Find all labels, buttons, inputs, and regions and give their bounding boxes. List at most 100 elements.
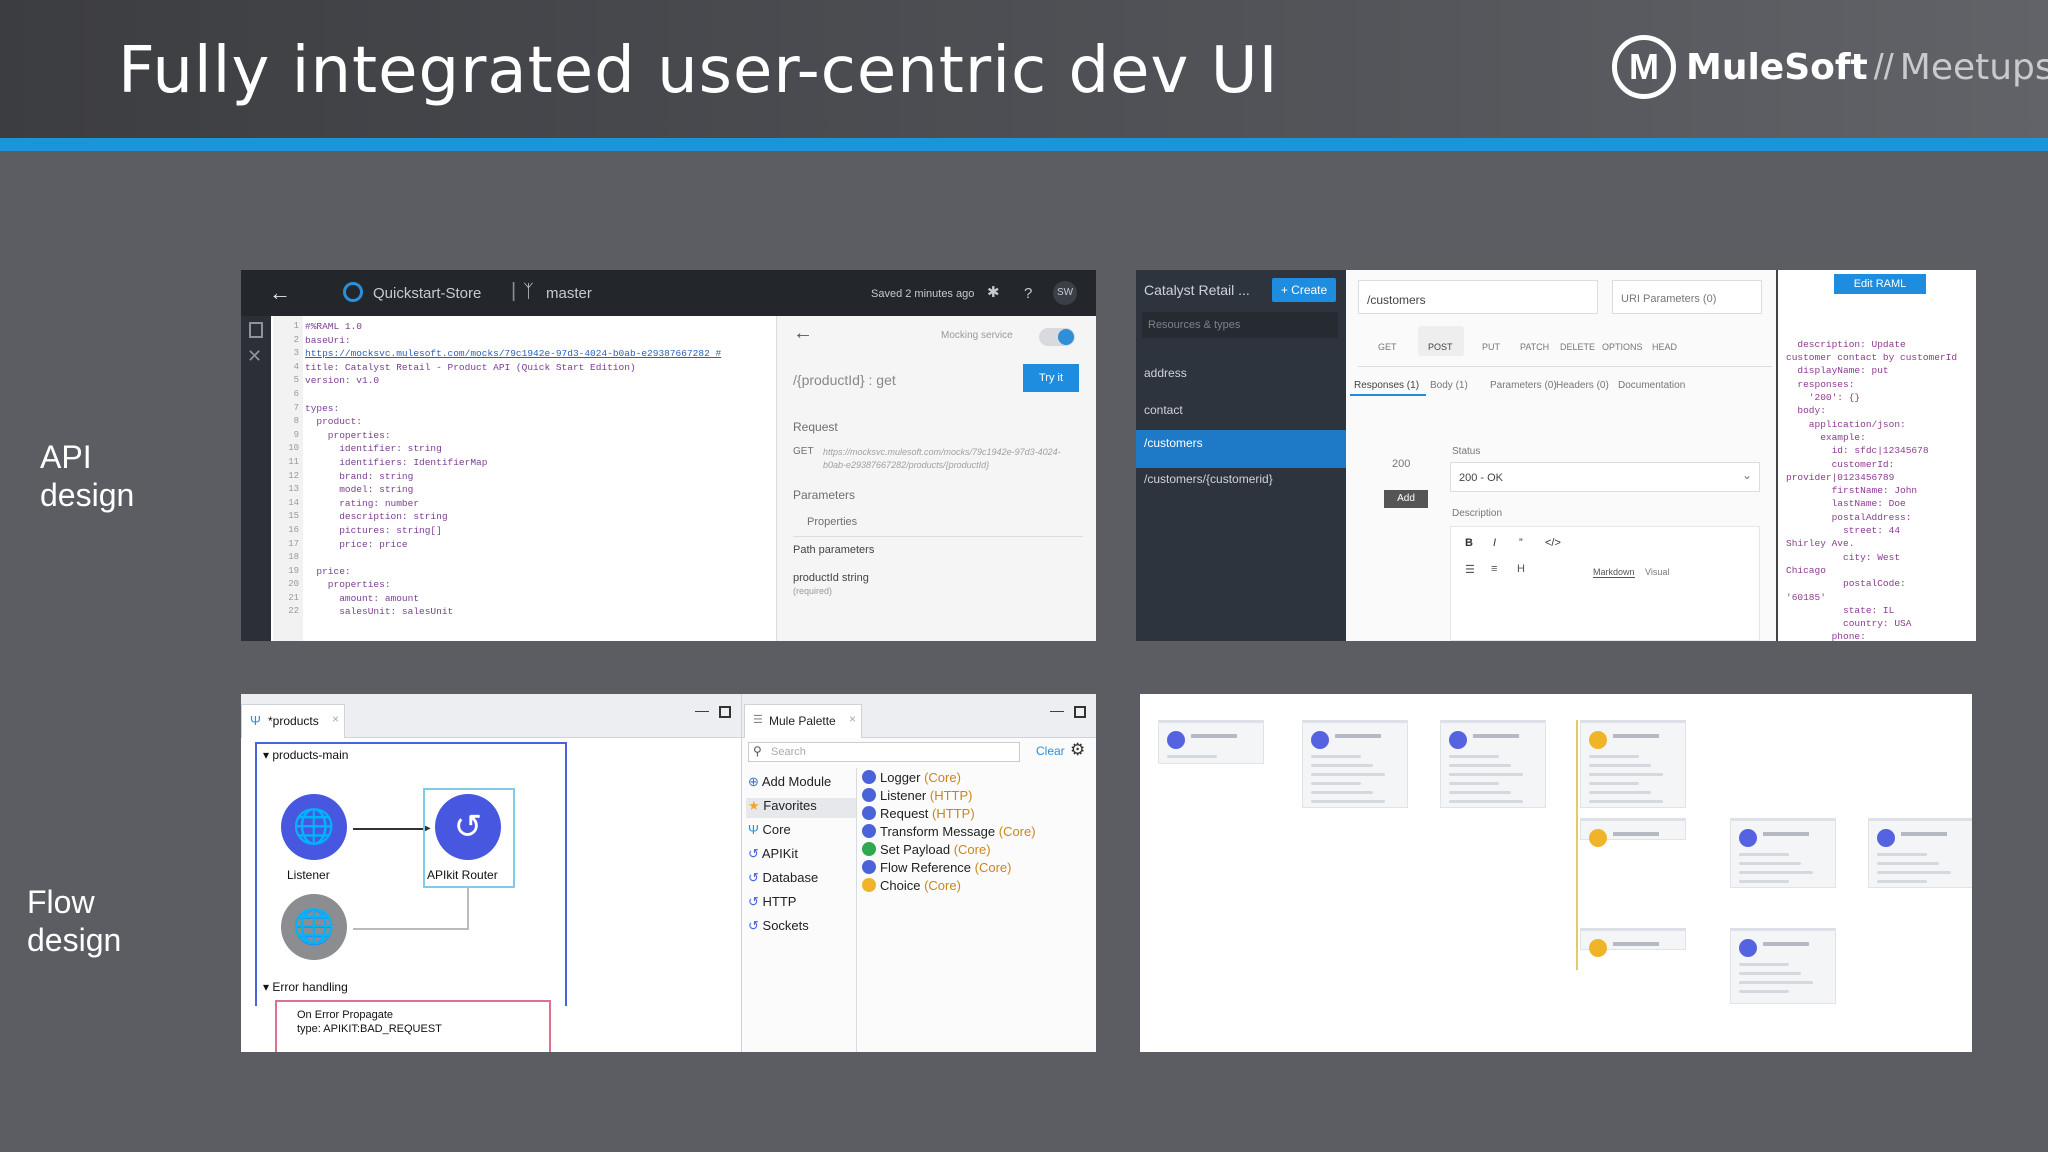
collapse-icon[interactable]: ▾ (263, 980, 269, 994)
unordered-list-button[interactable]: ≡ (1491, 563, 1497, 575)
flow-card[interactable] (1580, 720, 1686, 808)
palette-component[interactable]: Listener (HTTP) (862, 788, 972, 803)
palette-component[interactable]: Logger (Core) (862, 770, 961, 785)
flow-card[interactable] (1580, 818, 1686, 847)
palette-component[interactable]: Choice (Core) (862, 878, 961, 893)
panel-back-icon[interactable]: ← (793, 322, 813, 345)
component-icon (862, 860, 876, 874)
resource-item[interactable]: /customers (1144, 436, 1203, 450)
apikit-router-icon[interactable]: ↺ (435, 794, 501, 860)
tab-headers[interactable]: Headers (0) (1556, 380, 1609, 391)
label-line: Flow (27, 884, 95, 920)
uri-params-button[interactable]: URI Parameters (0) (1612, 280, 1762, 314)
card-line-placeholder (1739, 963, 1789, 966)
branch-name[interactable]: master (546, 285, 592, 302)
bold-button[interactable]: B (1465, 537, 1473, 549)
project-name[interactable]: Quickstart-Store (373, 285, 481, 302)
module-sockets[interactable]: ↺ Sockets (748, 918, 809, 934)
heading-button[interactable]: H (1517, 563, 1525, 575)
method-put[interactable]: PUT (1482, 342, 1500, 352)
resource-item[interactable]: contact (1144, 403, 1183, 417)
description-editor[interactable]: B I ” </> ☰ ≡ H Markdown Visual (1450, 526, 1760, 641)
resource-editor: /customers URI Parameters (0) GET POST P… (1346, 270, 1776, 641)
listener-globe-icon[interactable]: 🌐 (281, 794, 347, 860)
try-it-button[interactable]: Try it (1023, 364, 1079, 392)
chevron-down-icon[interactable]: ⌄ (1742, 468, 1752, 482)
raml-line: phone: (1786, 631, 1866, 641)
line-number: 9 (293, 429, 299, 440)
flow-name[interactable]: ▾ products-main (263, 748, 348, 762)
quote-button[interactable]: ” (1519, 537, 1523, 549)
palette-component[interactable]: Set Payload (Core) (862, 842, 991, 857)
close-icon[interactable]: × (849, 712, 856, 726)
ordered-list-button[interactable]: ☰ (1465, 563, 1475, 576)
code-button[interactable]: </> (1545, 537, 1561, 549)
flow-card[interactable] (1730, 818, 1836, 888)
module-favorites[interactable]: ★ Favorites (748, 798, 817, 814)
method-patch[interactable]: PATCH (1520, 342, 1549, 352)
card-line-placeholder (1311, 791, 1373, 794)
flow-card[interactable] (1868, 818, 1972, 888)
module-core[interactable]: Ψ Core (748, 822, 791, 837)
visual-tab[interactable]: Visual (1645, 567, 1669, 577)
method-head[interactable]: HEAD (1652, 342, 1677, 352)
error-handling[interactable]: ▾ Error handling (263, 980, 348, 994)
method-delete[interactable]: DELETE (1560, 342, 1595, 352)
palette-search[interactable]: ⚲ Search (748, 742, 1020, 762)
tab-body[interactable]: Body (1) (1430, 380, 1468, 391)
files-icon[interactable] (249, 322, 263, 338)
create-button[interactable]: + Create (1272, 278, 1336, 302)
method-get[interactable]: GET (1378, 342, 1397, 352)
gear-icon[interactable]: ⚙ (1070, 740, 1085, 760)
method-post[interactable]: POST (1428, 342, 1453, 352)
globe-icon[interactable]: 🌐 (281, 894, 347, 960)
flow-card[interactable] (1302, 720, 1408, 808)
flow-card[interactable] (1730, 928, 1836, 1004)
add-module[interactable]: ⊕ Add Module (748, 774, 831, 790)
tab-documentation[interactable]: Documentation (1618, 380, 1685, 391)
edit-raml-button[interactable]: Edit RAML (1834, 274, 1926, 294)
maximize-icon[interactable] (1074, 706, 1086, 718)
param-name: productId string (793, 572, 869, 584)
module-http[interactable]: ↺ HTTP (748, 894, 796, 910)
back-arrow-icon[interactable]: ← (269, 280, 291, 306)
markdown-tab[interactable]: Markdown (1593, 567, 1635, 578)
tab-products[interactable]: Ψ *products × (241, 704, 345, 738)
resources-search[interactable]: Resources & types (1142, 312, 1338, 338)
tools-icon[interactable]: ✕ (247, 346, 262, 367)
minimize-icon[interactable]: — (695, 702, 709, 718)
raml-preview[interactable]: Edit RAML description: Update customer co… (1776, 270, 1976, 641)
close-icon[interactable]: × (332, 712, 339, 726)
clear-link[interactable]: Clear (1036, 744, 1065, 758)
minimize-icon[interactable]: — (1050, 702, 1064, 718)
mocking-toggle[interactable] (1039, 328, 1075, 346)
flow-card[interactable] (1580, 928, 1686, 957)
path-input[interactable]: /customers (1358, 280, 1598, 314)
component-icon (1589, 731, 1607, 749)
tab-parameters[interactable]: Parameters (0) (1490, 380, 1557, 391)
resource-item[interactable]: address (1144, 366, 1187, 380)
flow-card[interactable] (1158, 720, 1264, 764)
method-options[interactable]: OPTIONS (1602, 342, 1643, 352)
flow-card[interactable] (1440, 720, 1546, 808)
maximize-icon[interactable] (719, 706, 731, 718)
param-required: (required) (793, 586, 833, 596)
project-name[interactable]: Catalyst Retail ... (1144, 282, 1250, 298)
avatar[interactable]: SW (1053, 281, 1077, 305)
palette-component[interactable]: Request (HTTP) (862, 806, 975, 821)
tab-responses[interactable]: Responses (1) (1354, 380, 1419, 391)
palette-component[interactable]: Transform Message (Core) (862, 824, 1036, 839)
add-button[interactable]: Add (1384, 490, 1428, 508)
status-code[interactable]: 200 (1392, 458, 1410, 470)
help-icon[interactable]: ? (1024, 285, 1032, 302)
resource-item[interactable]: /customers/{customerid} (1144, 472, 1273, 486)
settings-icon[interactable]: ✱ (987, 283, 1000, 301)
collapse-icon[interactable]: ▾ (263, 748, 269, 762)
line-number: 14 (288, 497, 299, 508)
tab-mule-palette[interactable]: ☰ Mule Palette × (744, 704, 862, 738)
palette-component[interactable]: Flow Reference (Core) (862, 860, 1012, 875)
italic-button[interactable]: I (1493, 537, 1496, 549)
module-apikit[interactable]: ↺ APIKit (748, 846, 798, 862)
module-database[interactable]: ↺ Database (748, 870, 818, 886)
status-select[interactable]: 200 - OK (1450, 462, 1760, 492)
